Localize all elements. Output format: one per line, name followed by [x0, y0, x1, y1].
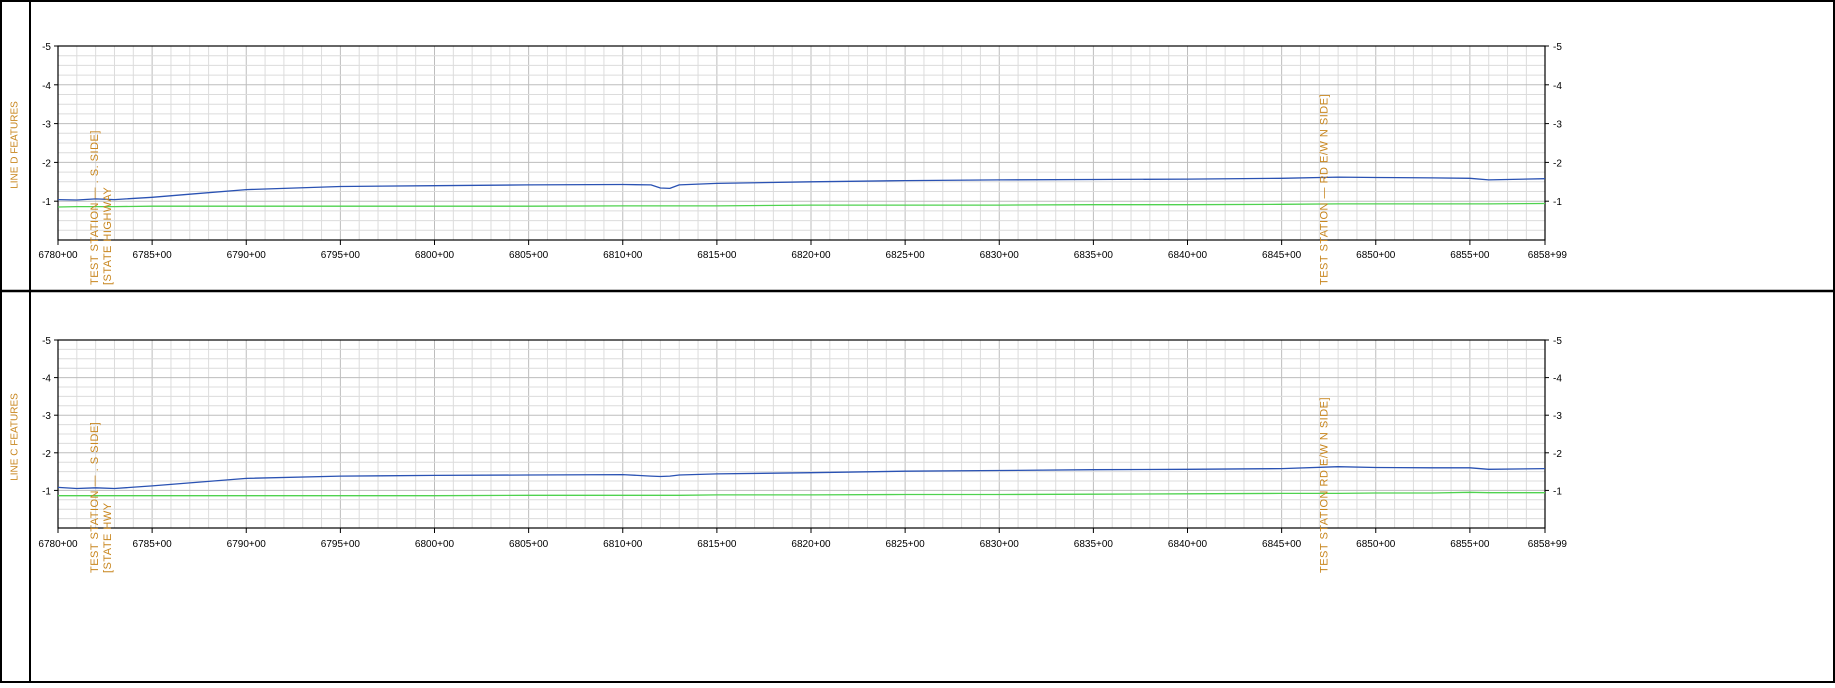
y-tick-label-right: -2	[1553, 158, 1562, 169]
x-tick-label: 6780+00	[38, 250, 78, 261]
x-tick-label: 6815+00	[697, 539, 737, 550]
panel-side-label: LINE C FEATURES	[10, 393, 21, 481]
y-tick-label-left: -5	[42, 42, 51, 53]
x-tick-label: 6858+99	[1528, 250, 1568, 261]
panel-side-label: LINE D FEATURES	[10, 101, 21, 189]
station-annotation: TEST STATION — RD E/W N SIDE]	[1319, 94, 1331, 285]
y-tick-label-left: -2	[42, 449, 51, 460]
x-tick-label: 6840+00	[1168, 539, 1208, 550]
station-annotation: TEST STATION RD E/W N SIDE]	[1319, 397, 1331, 573]
x-tick-label: 6795+00	[321, 539, 361, 550]
x-tick-label: 6845+00	[1262, 250, 1302, 261]
x-tick-label: 6815+00	[697, 250, 737, 261]
x-tick-label: 6825+00	[886, 250, 926, 261]
x-tick-label: 6800+00	[415, 539, 455, 550]
y-tick-label-right: -4	[1553, 374, 1562, 385]
station-annotation: TEST STATION — . S. SIDE]	[89, 130, 101, 285]
x-tick-label: 6850+00	[1356, 539, 1396, 550]
x-tick-label: 6845+00	[1262, 539, 1302, 550]
x-tick-label: 6780+00	[38, 539, 78, 550]
x-tick-label: 6785+00	[133, 539, 173, 550]
x-tick-label: 6820+00	[791, 539, 831, 550]
y-tick-label-left: -2	[42, 158, 51, 169]
x-tick-label: 6850+00	[1356, 250, 1396, 261]
y-tick-label-right: -2	[1553, 449, 1562, 460]
station-annotation: [STATE HIGHWAY	[102, 187, 114, 285]
x-tick-label: 6858+99	[1528, 539, 1568, 550]
station-annotation: [STATE HWY	[102, 502, 114, 573]
x-tick-label: 6830+00	[980, 539, 1020, 550]
x-tick-label: 6835+00	[1074, 539, 1114, 550]
x-tick-label: 6830+00	[980, 250, 1020, 261]
x-tick-label: 6825+00	[886, 539, 926, 550]
station-annotation: TEST STATION — . S SIDE]	[89, 422, 101, 573]
y-tick-label-right: -5	[1553, 42, 1562, 53]
x-tick-label: 6840+00	[1168, 250, 1208, 261]
y-tick-label-left: -5	[42, 336, 51, 347]
y-tick-label-right: -5	[1553, 336, 1562, 347]
y-tick-label-right: -1	[1553, 486, 1562, 497]
y-tick-label-left: -3	[42, 120, 51, 131]
chart-canvas: LINE D FEATURES -5 -5 -4 -4 -3 -3 -2 -2 -1 -1 6780+…	[0, 0, 1835, 683]
y-tick-label-left: -1	[42, 197, 51, 208]
y-tick-label-left: -3	[42, 411, 51, 422]
x-tick-label: 6810+00	[603, 250, 643, 261]
y-tick-label-right: -4	[1553, 81, 1562, 92]
y-tick-label-left: -4	[42, 81, 51, 92]
y-tick-label-right: -3	[1553, 411, 1562, 422]
x-tick-label: 6855+00	[1450, 250, 1490, 261]
x-tick-label: 6790+00	[227, 250, 267, 261]
panel-line-d: LINE D FEATURES -5 -5 -4 -4 -3 -3 -2 -2 -1 -1 6780+…	[10, 42, 1568, 285]
x-tick-label: 6805+00	[509, 250, 549, 261]
y-tick-label-left: -1	[42, 486, 51, 497]
x-tick-label: 6835+00	[1074, 250, 1114, 261]
y-tick-label-right: -1	[1553, 197, 1562, 208]
x-tick-label: 6790+00	[227, 539, 267, 550]
x-tick-label: 6800+00	[415, 250, 455, 261]
x-tick-label: 6795+00	[321, 250, 361, 261]
x-tick-label: 6805+00	[509, 539, 549, 550]
panel-line-c: LINE C FEATURES -5 -5 -4 -4 -3 -3 -2 -2 -1 -1 6780+…	[10, 336, 1568, 573]
y-tick-label-left: -4	[42, 374, 51, 385]
x-tick-label: 6820+00	[791, 250, 831, 261]
y-tick-label-right: -3	[1553, 120, 1562, 131]
x-tick-label: 6785+00	[133, 250, 173, 261]
x-tick-label: 6810+00	[603, 539, 643, 550]
x-tick-label: 6855+00	[1450, 539, 1490, 550]
chart-figure: LINE D FEATURES -5 -5 -4 -4 -3 -3 -2 -2 -1 -1 6780+…	[0, 0, 1835, 683]
